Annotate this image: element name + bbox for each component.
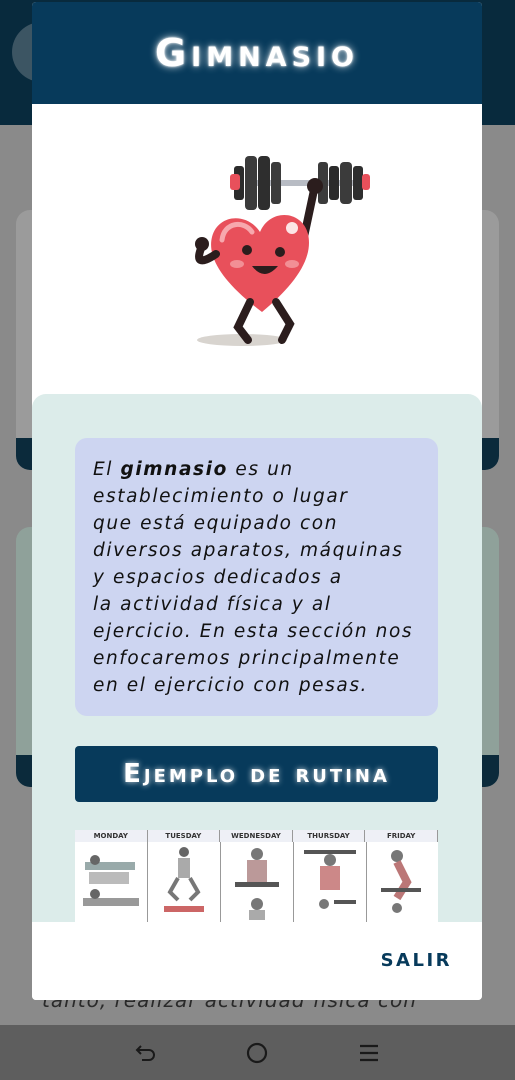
exercise-figure — [294, 842, 367, 922]
description-prefix: El — [93, 459, 121, 480]
content-scroll-area[interactable]: El gimnasio es un establecimiento o lugar… — [32, 394, 482, 922]
heart-lifting-weights-illustration — [195, 156, 370, 346]
gym-dialog: Gimnasio El gimnasio es un establecimien… — [32, 2, 482, 1000]
dialog-header: Gimnasio — [32, 2, 482, 104]
day-label: TUESDAY — [147, 830, 221, 842]
recents-lines-icon[interactable] — [349, 1033, 389, 1073]
exercise-figure — [75, 842, 148, 922]
day-label: MONDAY — [75, 830, 148, 842]
description-line: es un — [227, 459, 294, 480]
dialog-title: Gimnasio — [154, 31, 360, 75]
day-label: THURSDAY — [292, 830, 366, 842]
description-line: establecimiento o lugar — [93, 486, 349, 507]
home-circle-icon[interactable] — [237, 1033, 277, 1073]
back-arrow-icon[interactable] — [126, 1033, 166, 1073]
system-nav-bar — [0, 1025, 515, 1080]
routine-chart-image: MONDAY TUESDAY WEDNESDAY THURSDAY FRIDAY — [75, 830, 438, 922]
description-line: la actividad física y al — [93, 594, 332, 615]
description-text: El gimnasio es un establecimiento o lugar… — [93, 456, 420, 699]
exercise-figure — [367, 842, 438, 922]
description-box: El gimnasio es un establecimiento o lugar… — [75, 438, 438, 716]
day-label: WEDNESDAY — [220, 830, 293, 842]
description-line: en el ejercicio con pesas. — [93, 675, 369, 696]
exercise-figure — [221, 842, 294, 922]
description-bold-word: gimnasio — [120, 459, 228, 480]
exercise-illustrations — [75, 842, 438, 922]
description-line: ejercicio. En esta sección nos — [93, 621, 414, 642]
exercise-figure — [148, 842, 221, 922]
description-line: diversos aparatos, máquinas — [93, 540, 404, 561]
description-line: enfocaremos principalmente — [93, 648, 401, 669]
dialog-footer: SALIR — [32, 922, 482, 1000]
routine-example-button[interactable]: Ejemplo de rutina — [75, 746, 438, 802]
description-line: que está equipado con — [93, 513, 339, 534]
routine-days-header: MONDAY TUESDAY WEDNESDAY THURSDAY FRIDAY — [75, 830, 438, 842]
day-label: FRIDAY — [365, 830, 438, 842]
routine-example-label: Ejemplo de rutina — [123, 759, 390, 789]
description-line: y espacios dedicados a — [93, 567, 343, 588]
exit-button[interactable]: SALIR — [381, 950, 452, 971]
